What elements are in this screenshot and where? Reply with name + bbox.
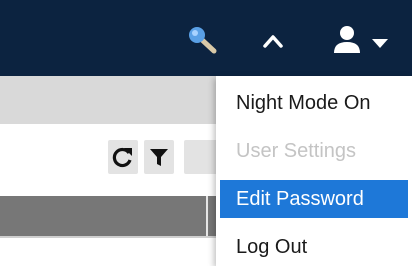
magic-wand-icon[interactable] <box>186 24 218 54</box>
menu-item-user-settings: User Settings <box>236 140 357 162</box>
filter-icon <box>150 149 168 166</box>
refresh-icon <box>112 147 132 168</box>
menu-item-night-mode[interactable]: Night Mode On <box>220 84 408 122</box>
filter-button[interactable] <box>144 140 174 174</box>
chevron-up-icon[interactable] <box>260 32 286 50</box>
menu-item-edit-password[interactable]: Edit Password <box>220 180 408 218</box>
user-dropdown-menu: Night Mode On User Settings Edit Passwor… <box>216 76 412 266</box>
caret-down-icon <box>372 36 388 48</box>
menu-item-log-out[interactable]: Log Out <box>220 228 408 266</box>
user-menu-button[interactable] <box>326 22 400 58</box>
column-divider[interactable] <box>206 196 208 236</box>
user-icon <box>332 24 362 54</box>
top-navigation-bar <box>0 0 412 76</box>
refresh-button[interactable] <box>108 140 138 174</box>
